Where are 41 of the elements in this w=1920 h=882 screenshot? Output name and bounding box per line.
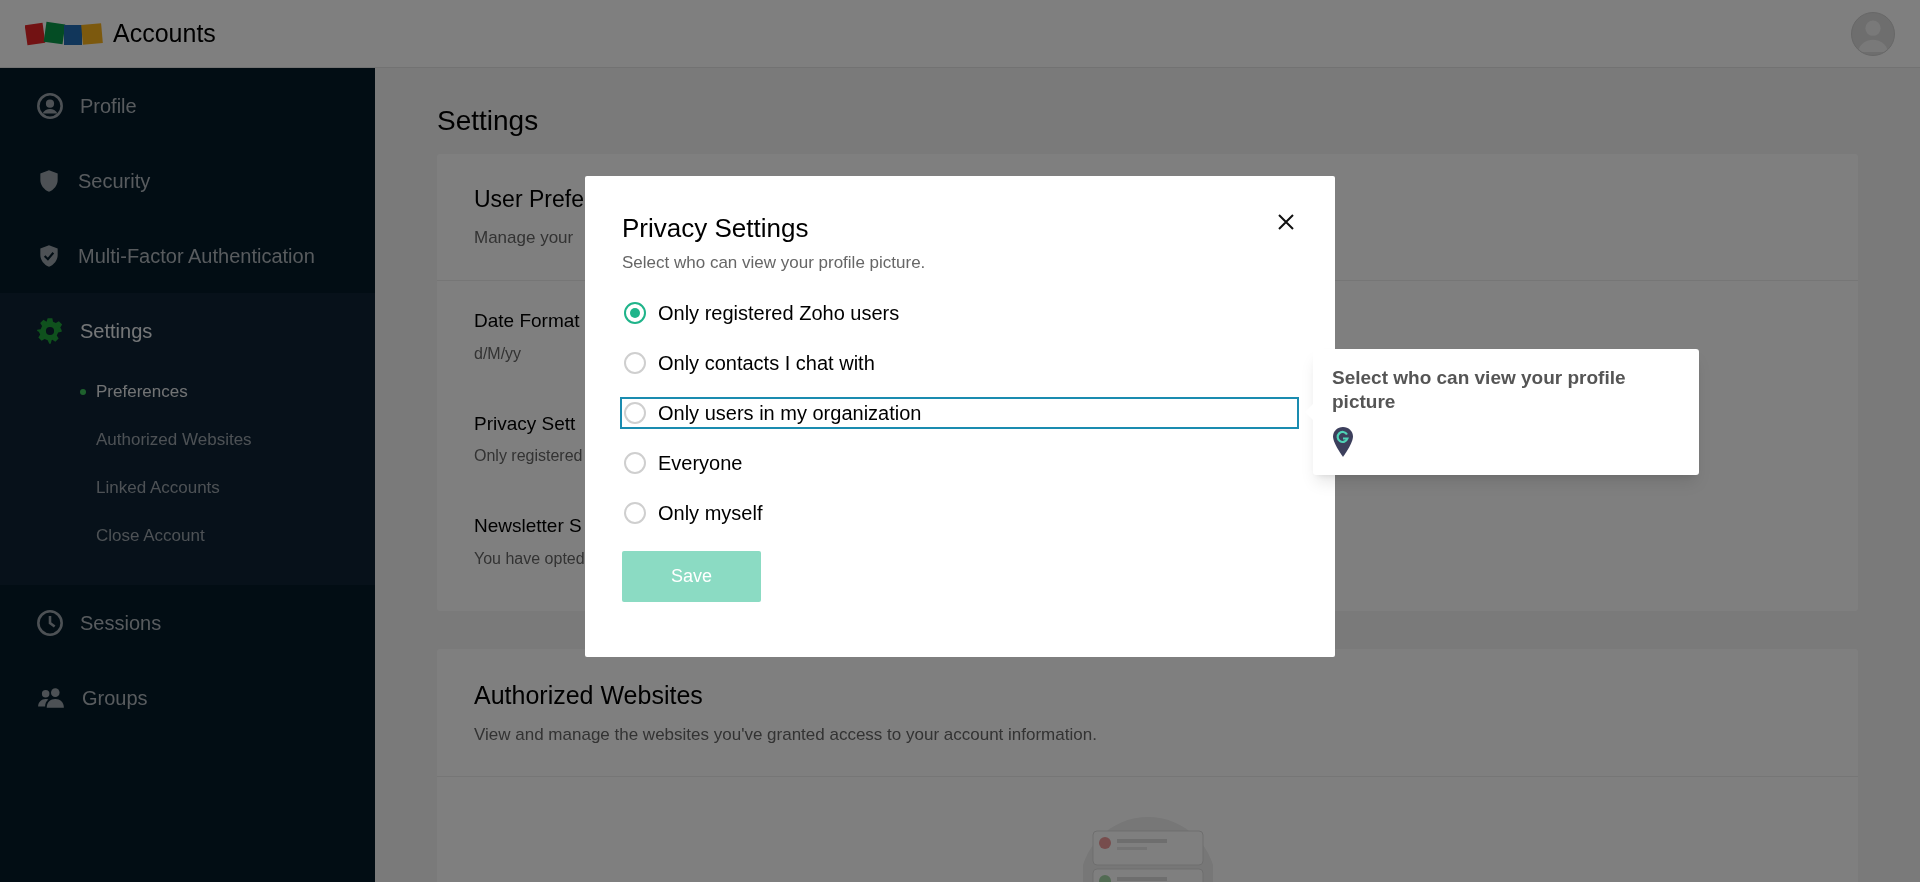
- sidebar-item[interactable]: Sessions: [80, 607, 162, 638]
- sidebar-subitem[interactable]: Authorized Websites: [96, 427, 252, 453]
- radio-option[interactable]: Everyone: [620, 446, 1299, 479]
- card-title: User Prefe: [474, 185, 584, 214]
- radio-button[interactable]: [624, 401, 646, 424]
- sidebar-item[interactable]: Groups: [82, 682, 148, 713]
- clock-icon: [36, 608, 64, 637]
- map-pin-icon: [1332, 426, 1354, 458]
- user-icon: [36, 91, 64, 120]
- sidebar-subitem[interactable]: Preferences: [96, 379, 188, 405]
- radio-option[interactable]: Only users in my organization: [620, 396, 1299, 429]
- brand-title: Accounts: [113, 17, 216, 49]
- setting-value: You have opted: [474, 548, 585, 569]
- radio-button[interactable]: [624, 451, 646, 474]
- sidebar-subitem[interactable]: Linked Accounts: [96, 475, 220, 501]
- card-subtitle: View and manage the websites you've granted access to your account information.: [474, 724, 1097, 746]
- sidebar-item[interactable]: Settings: [80, 315, 153, 346]
- radio-button[interactable]: [624, 351, 646, 374]
- radio-option[interactable]: Only contacts I chat with: [620, 346, 1299, 379]
- card-title: Authorized Websites: [474, 679, 703, 711]
- tooltip-text: Select who can view your profile picture: [1332, 366, 1627, 414]
- setting-label: Newsletter S: [474, 514, 582, 538]
- bullet-icon: [80, 389, 86, 395]
- dialog-subtitle: Select who can view your profile picture.: [622, 252, 926, 274]
- setting-label: Privacy Sett: [474, 411, 576, 436]
- setting-value: Only registered: [474, 446, 583, 466]
- sidebar-subitem[interactable]: Close Account: [96, 523, 205, 549]
- setting-label: Date Format: [474, 309, 580, 333]
- settings-icon: [36, 316, 64, 345]
- sidebar-item[interactable]: Profile: [80, 90, 137, 121]
- page-title: Settings: [437, 104, 540, 138]
- setting-value: d/M/yy: [474, 343, 522, 364]
- radio-button[interactable]: [624, 501, 646, 524]
- radio-option[interactable]: Only myself: [620, 496, 1299, 529]
- sidebar-item[interactable]: Multi-Factor Authentication: [78, 240, 315, 271]
- dialog-title: Privacy Settings: [622, 212, 809, 244]
- sidebar-item[interactable]: Security: [78, 165, 151, 196]
- radio-button[interactable]: [624, 301, 646, 324]
- logo-icon: [25, 19, 103, 48]
- card-subtitle: Manage your: [474, 226, 574, 249]
- radio-option[interactable]: Only registered Zoho users: [620, 296, 1299, 329]
